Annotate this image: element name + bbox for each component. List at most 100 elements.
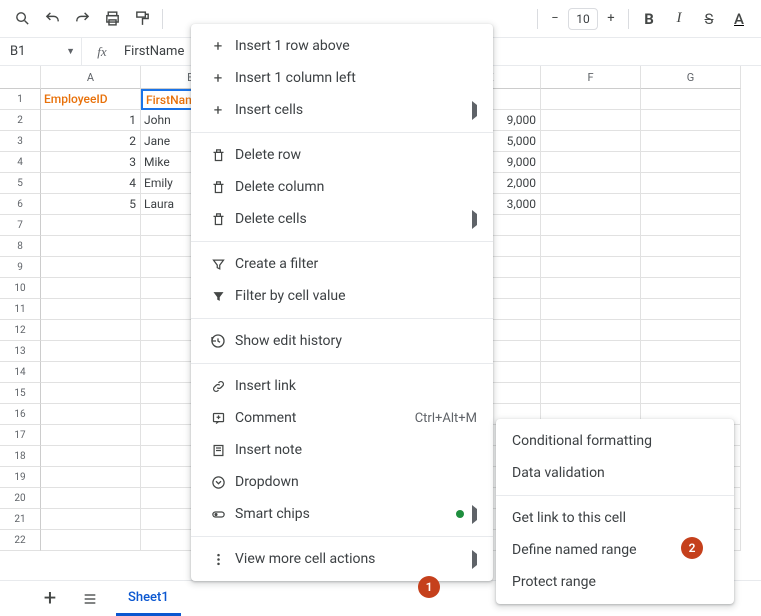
- cell[interactable]: 5: [41, 194, 141, 215]
- bold-icon[interactable]: B: [635, 5, 663, 33]
- menu-filter-by-value[interactable]: Filter by cell value: [191, 280, 493, 312]
- undo-icon[interactable]: [38, 5, 66, 33]
- cell[interactable]: [41, 341, 141, 362]
- cell[interactable]: [641, 362, 741, 383]
- cell[interactable]: [641, 257, 741, 278]
- menu-delete-row[interactable]: Delete row: [191, 139, 493, 171]
- cell[interactable]: [541, 278, 641, 299]
- search-icon[interactable]: [8, 5, 36, 33]
- menu-create-filter[interactable]: Create a filter: [191, 248, 493, 280]
- cell[interactable]: [641, 341, 741, 362]
- cell[interactable]: [41, 446, 141, 467]
- row-header[interactable]: 14: [0, 362, 41, 383]
- italic-icon[interactable]: I: [665, 5, 693, 33]
- cell[interactable]: [41, 509, 141, 530]
- cell[interactable]: [41, 257, 141, 278]
- row-header[interactable]: 21: [0, 509, 41, 530]
- row-header[interactable]: 15: [0, 383, 41, 404]
- submenu-data-validation[interactable]: Data validation: [496, 457, 734, 489]
- cell[interactable]: [41, 467, 141, 488]
- cell[interactable]: [641, 152, 741, 173]
- cell[interactable]: 1: [41, 110, 141, 131]
- menu-insert-cells[interactable]: + Insert cells: [191, 94, 493, 126]
- redo-icon[interactable]: [68, 5, 96, 33]
- cell[interactable]: [41, 299, 141, 320]
- cell[interactable]: [641, 278, 741, 299]
- cell[interactable]: [641, 110, 741, 131]
- cell[interactable]: 2: [41, 131, 141, 152]
- cell[interactable]: [641, 320, 741, 341]
- cell[interactable]: [41, 320, 141, 341]
- row-header[interactable]: 13: [0, 341, 41, 362]
- col-header[interactable]: F: [541, 66, 641, 89]
- strikethrough-icon[interactable]: S: [695, 5, 723, 33]
- menu-insert-column-left[interactable]: + Insert 1 column left: [191, 62, 493, 94]
- font-size-value[interactable]: 10: [568, 8, 598, 30]
- cell[interactable]: [541, 89, 641, 110]
- all-sheets-icon[interactable]: [76, 585, 104, 613]
- submenu-get-link[interactable]: Get link to this cell: [496, 502, 734, 534]
- row-header[interactable]: 5: [0, 173, 41, 194]
- cell[interactable]: [41, 278, 141, 299]
- cell[interactable]: [541, 341, 641, 362]
- paint-format-icon[interactable]: [128, 5, 156, 33]
- menu-delete-cells[interactable]: Delete cells: [191, 203, 493, 235]
- row-header[interactable]: 10: [0, 278, 41, 299]
- cell[interactable]: [541, 236, 641, 257]
- cell[interactable]: [641, 383, 741, 404]
- name-box[interactable]: B1 ▼: [0, 38, 82, 65]
- cell[interactable]: [641, 299, 741, 320]
- row-header[interactable]: 2: [0, 110, 41, 131]
- row-header[interactable]: 16: [0, 404, 41, 425]
- row-header[interactable]: 1: [0, 89, 41, 110]
- cell[interactable]: [41, 530, 141, 551]
- cell[interactable]: [541, 362, 641, 383]
- menu-insert-link[interactable]: Insert link: [191, 370, 493, 402]
- cell[interactable]: [641, 131, 741, 152]
- col-header[interactable]: A: [41, 66, 141, 89]
- sheet-tab[interactable]: Sheet1: [116, 582, 181, 616]
- menu-insert-row-above[interactable]: + Insert 1 row above: [191, 30, 493, 62]
- menu-dropdown[interactable]: Dropdown: [191, 466, 493, 498]
- cell[interactable]: [41, 488, 141, 509]
- cell[interactable]: [641, 89, 741, 110]
- row-header[interactable]: 18: [0, 446, 41, 467]
- cell[interactable]: [41, 383, 141, 404]
- cell[interactable]: [41, 425, 141, 446]
- row-header[interactable]: 20: [0, 488, 41, 509]
- cell[interactable]: [641, 236, 741, 257]
- cell[interactable]: [541, 215, 641, 236]
- menu-smart-chips[interactable]: Smart chips: [191, 498, 493, 530]
- increase-font-icon[interactable]: +: [600, 8, 622, 30]
- col-header[interactable]: G: [641, 66, 741, 89]
- row-header[interactable]: 8: [0, 236, 41, 257]
- cell[interactable]: [541, 383, 641, 404]
- menu-more-cell-actions[interactable]: View more cell actions: [191, 543, 493, 575]
- cell[interactable]: [41, 404, 141, 425]
- cell[interactable]: [41, 236, 141, 257]
- row-header[interactable]: 7: [0, 215, 41, 236]
- row-header[interactable]: 6: [0, 194, 41, 215]
- cell[interactable]: [541, 110, 641, 131]
- submenu-protect-range[interactable]: Protect range: [496, 566, 734, 598]
- row-header[interactable]: 4: [0, 152, 41, 173]
- row-header[interactable]: 3: [0, 131, 41, 152]
- cell[interactable]: EmployeeID: [41, 89, 141, 110]
- row-header[interactable]: 9: [0, 257, 41, 278]
- select-all-corner[interactable]: [0, 66, 41, 89]
- menu-insert-note[interactable]: Insert note: [191, 434, 493, 466]
- cell[interactable]: [641, 173, 741, 194]
- cell[interactable]: 4: [41, 173, 141, 194]
- cell[interactable]: [41, 362, 141, 383]
- row-header[interactable]: 11: [0, 299, 41, 320]
- add-sheet-icon[interactable]: +: [36, 585, 64, 613]
- cell[interactable]: [541, 257, 641, 278]
- cell[interactable]: [541, 152, 641, 173]
- cell[interactable]: [41, 215, 141, 236]
- row-header[interactable]: 22: [0, 530, 41, 551]
- cell[interactable]: 3: [41, 152, 141, 173]
- decrease-font-icon[interactable]: −: [544, 8, 566, 30]
- row-header[interactable]: 17: [0, 425, 41, 446]
- print-icon[interactable]: [98, 5, 126, 33]
- cell[interactable]: [541, 320, 641, 341]
